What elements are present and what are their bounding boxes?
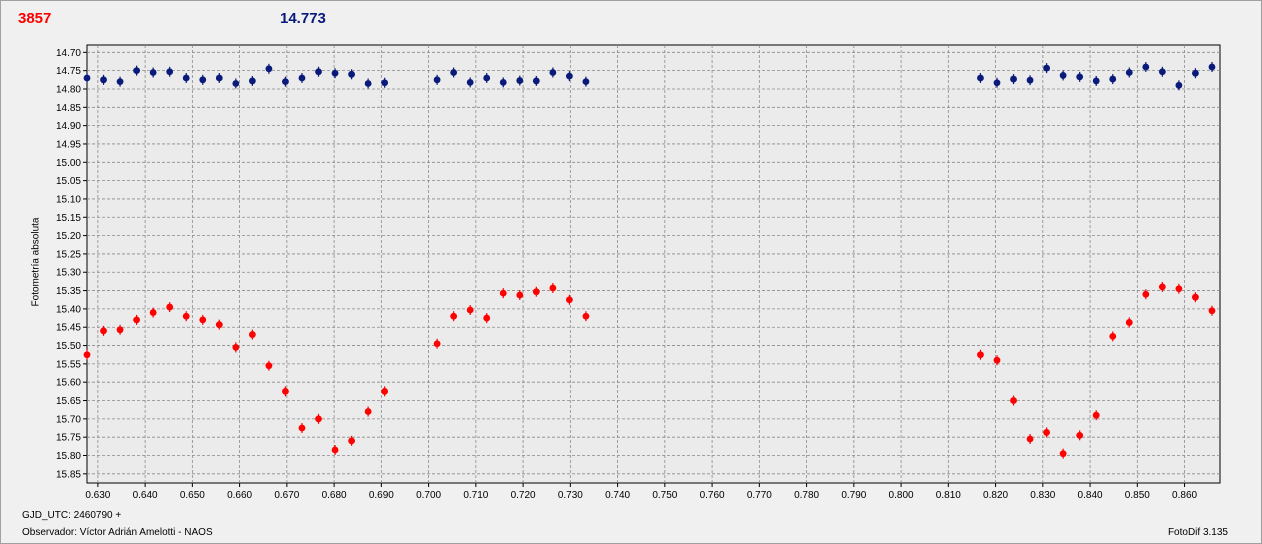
- y-tick-label: 14.70: [56, 48, 81, 59]
- x-tick-label: 0.820: [983, 490, 1008, 501]
- x-tick-label: 0.680: [322, 490, 347, 501]
- x-tick-label: 0.810: [936, 490, 961, 501]
- x-tick-label: 0.800: [889, 490, 914, 501]
- x-tick-label: 0.780: [794, 490, 819, 501]
- y-tick-label: 14.75: [56, 66, 81, 77]
- y-tick-label: 15.70: [56, 414, 81, 425]
- y-tick-label: 15.45: [56, 323, 81, 334]
- x-tick-label: 0.720: [511, 490, 536, 501]
- y-tick-label: 15.80: [56, 451, 81, 462]
- y-tick-label: 15.55: [56, 359, 81, 370]
- observer-label: Observador: Víctor Adrián Amelotti - NAO…: [22, 527, 213, 538]
- y-tick-label: 14.90: [56, 121, 81, 132]
- y-tick-label: 15.30: [56, 268, 81, 279]
- y-tick-label: 15.60: [56, 378, 81, 389]
- y-tick-label: 15.00: [56, 158, 81, 169]
- y-axis-label: Fotometría absoluta: [30, 217, 42, 307]
- y-tick-label: 15.50: [56, 341, 81, 352]
- x-tick-label: 0.710: [463, 490, 488, 501]
- x-tick-label: 0.690: [369, 490, 394, 501]
- x-tick-label: 0.630: [85, 490, 110, 501]
- software-version: FotoDif 3.135: [1167, 527, 1228, 538]
- y-tick-label: 15.05: [56, 176, 81, 187]
- y-tick-label: 15.35: [56, 286, 81, 297]
- y-tick-label: 15.75: [56, 433, 81, 444]
- y-tick-label: 15.25: [56, 249, 81, 260]
- x-tick-label: 0.840: [1078, 490, 1103, 501]
- y-tick-label: 14.80: [56, 84, 81, 95]
- x-tick-label: 0.770: [747, 490, 772, 501]
- x-tick-label: 0.850: [1125, 490, 1150, 501]
- x-tick-label: 0.790: [841, 490, 866, 501]
- x-tick-label: 0.740: [605, 490, 630, 501]
- photometry-chart: 14.70 14.75 14.80 14.85 14.90 14.95 15.00 15.05…: [56, 44, 1221, 501]
- x-tick-label: 0.650: [180, 490, 205, 501]
- x-tick-label: 0.640: [133, 490, 158, 501]
- x-axis-ticks: 0.630 0.640 0.650 0.660 0.670 0.680 0.690 0.700…: [85, 483, 1198, 501]
- x-tick-label: 0.860: [1172, 490, 1197, 501]
- y-tick-label: 15.15: [56, 213, 81, 224]
- x-tick-label: 0.660: [227, 490, 252, 501]
- x-tick-label: 0.730: [558, 490, 583, 501]
- x-tick-label: 0.670: [274, 490, 299, 501]
- plot-area: [86, 44, 1221, 484]
- y-tick-label: 15.65: [56, 396, 81, 407]
- y-tick-label: 15.85: [56, 469, 81, 480]
- gjd-label: GJD_UTC: 2460790 +: [22, 510, 122, 521]
- y-tick-label: 15.20: [56, 231, 81, 242]
- y-tick-label: 14.85: [56, 103, 81, 114]
- x-tick-label: 0.830: [1030, 490, 1055, 501]
- y-tick-label: 14.95: [56, 139, 81, 150]
- y-axis-ticks: 14.70 14.75 14.80 14.85 14.90 14.95 15.00 15.05…: [56, 48, 87, 480]
- x-tick-label: 0.760: [700, 490, 725, 501]
- y-tick-label: 15.40: [56, 304, 81, 315]
- x-tick-label: 0.700: [416, 490, 441, 501]
- y-tick-label: 15.10: [56, 194, 81, 205]
- x-tick-label: 0.750: [652, 490, 677, 501]
